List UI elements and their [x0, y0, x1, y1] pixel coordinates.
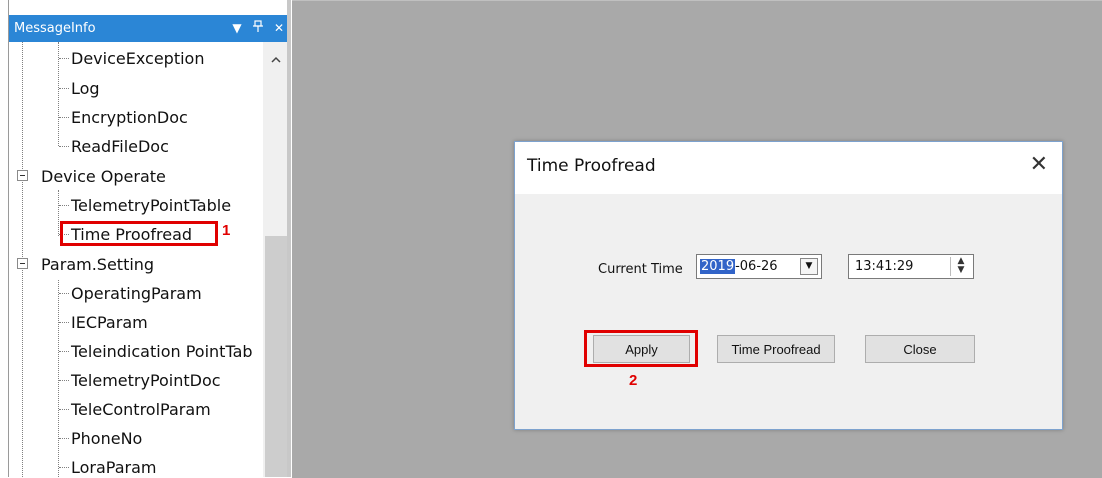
tree-connector — [59, 438, 69, 439]
tree-item-log[interactable]: Log — [59, 74, 100, 104]
tree-item-label: LoraParam — [71, 458, 157, 477]
tree-connector — [59, 322, 69, 323]
tree-item-label: Param.Setting — [41, 255, 155, 274]
tree-connector — [59, 351, 69, 352]
tree-connector — [59, 117, 69, 118]
tree-item-label: Teleindication PointTab — [71, 342, 253, 361]
collapse-icon[interactable] — [17, 258, 28, 269]
panel-splitter[interactable] — [287, 0, 291, 477]
panel-header: MessageInfo ▼ ✕ — [9, 15, 289, 42]
collapse-icon[interactable] — [17, 170, 28, 181]
tree-item-label: DeviceException — [71, 49, 205, 68]
date-year-selected: 2019 — [700, 259, 736, 274]
tree-item-teleindication-pointtab[interactable]: Teleindication PointTab — [59, 337, 253, 367]
annotation-label-1: 1 — [222, 222, 231, 239]
tree-item-label: Device Operate — [41, 167, 166, 186]
tree-item-deviceexception[interactable]: DeviceException — [59, 44, 205, 74]
tree-item-param-setting[interactable]: Param.Setting — [17, 250, 155, 280]
time-proofread-button[interactable]: Time Proofread — [717, 335, 835, 363]
date-rest: -06-26 — [735, 259, 778, 274]
tree-connector — [59, 88, 69, 89]
close-icon[interactable]: ✕ — [1030, 151, 1048, 179]
dropdown-arrow-icon[interactable]: ▼ — [800, 258, 818, 275]
tree-item-label: TelemetryPointDoc — [71, 371, 221, 390]
tree-item-device-operate[interactable]: Device Operate — [17, 162, 166, 192]
tree-connector — [59, 409, 69, 410]
current-time-label: Current Time — [598, 262, 683, 277]
tree-item-telemetrypointdoc[interactable]: TelemetryPointDoc — [59, 366, 221, 396]
time-picker[interactable]: 13:41:29 ▲ ▼ — [848, 254, 974, 279]
tree-item-loraparam[interactable]: LoraParam — [59, 453, 157, 477]
time-proofread-dialog: Time Proofread ✕ Current Time 2019-06-26… — [514, 141, 1063, 430]
scroll-up-arrow-icon[interactable] — [263, 42, 289, 76]
pin-icon[interactable] — [252, 15, 264, 42]
tree-scrollbar[interactable] — [263, 42, 289, 477]
tree-item-label: EncryptionDoc — [71, 108, 188, 127]
annotation-box-1 — [60, 221, 218, 246]
scroll-track[interactable] — [263, 76, 289, 236]
annotation-box-2 — [584, 330, 698, 367]
tree-item-label: IECParam — [71, 313, 148, 332]
scroll-thumb[interactable] — [265, 236, 287, 477]
tree-item-label: ReadFileDoc — [71, 137, 169, 156]
panel-title: MessageInfo — [14, 21, 96, 36]
tree-connector — [59, 146, 69, 147]
dialog-titlebar: Time Proofread ✕ — [515, 142, 1062, 194]
tree-item-phoneno[interactable]: PhoneNo — [59, 424, 143, 454]
close-icon[interactable]: ✕ — [273, 15, 285, 42]
tree-item-label: OperatingParam — [71, 284, 202, 303]
spin-down-icon[interactable]: ▼ — [951, 266, 971, 275]
tree-item-telemetrypointtable[interactable]: TelemetryPointTable — [59, 191, 232, 221]
tree-view[interactable]: DeviceException Log EncryptionDoc ReadFi… — [9, 42, 263, 477]
tree-item-telecontrolparam[interactable]: TeleControlParam — [59, 395, 211, 425]
tree-item-label: Log — [71, 79, 100, 98]
tree-connector — [59, 467, 69, 468]
time-value: 13:41:29 — [855, 259, 914, 274]
tree-item-label: PhoneNo — [71, 429, 143, 448]
tree-connector — [59, 205, 69, 206]
tree-connector — [59, 58, 69, 59]
tree-item-encryptiondoc[interactable]: EncryptionDoc — [59, 103, 188, 133]
tree-guide-line — [58, 190, 59, 236]
tree-item-label: TeleControlParam — [71, 400, 211, 419]
dropdown-icon[interactable]: ▼ — [231, 15, 243, 42]
tree-item-readfiledoc[interactable]: ReadFileDoc — [59, 132, 169, 162]
tree-connector — [59, 293, 69, 294]
panel-header-buttons: ▼ ✕ — [231, 15, 285, 42]
close-button[interactable]: Close — [865, 335, 975, 363]
spin-buttons[interactable]: ▲ ▼ — [950, 257, 971, 276]
tree-item-operatingparam[interactable]: OperatingParam — [59, 279, 202, 309]
tree-item-iecparam[interactable]: IECParam — [59, 308, 148, 338]
tree-connector — [59, 380, 69, 381]
date-picker[interactable]: 2019-06-26 ▼ — [696, 254, 822, 279]
tree-item-label: TelemetryPointTable — [71, 196, 232, 215]
annotation-label-2: 2 — [629, 372, 638, 389]
message-info-panel: MessageInfo ▼ ✕ DeviceException Log Encr… — [8, 0, 289, 477]
dialog-title: Time Proofread — [527, 156, 656, 176]
tree-guide-line — [58, 280, 59, 477]
